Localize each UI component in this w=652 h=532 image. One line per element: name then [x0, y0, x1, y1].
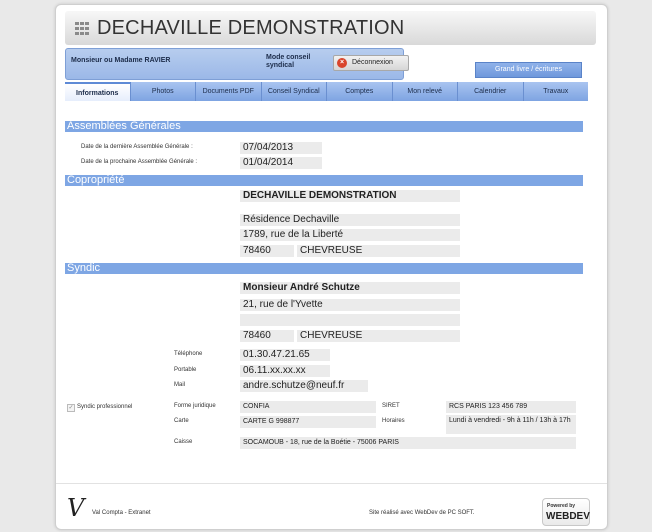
carte-value: CARTE G 998877: [240, 416, 376, 428]
forme-value: CONFIA: [240, 401, 376, 413]
caisse-label: Caisse: [174, 439, 193, 445]
copro-postal: 78460: [240, 245, 294, 257]
syndic-pro-label: Syndic professionnel: [77, 404, 133, 410]
logout-button[interactable]: × Déconnexion: [333, 55, 409, 71]
tab-bar: Informations Photos Documents PDF Consei…: [65, 82, 588, 101]
copro-address-line2: 1789, rue de la Liberté: [240, 229, 460, 241]
syndic-name: Monsieur André Schutze: [240, 282, 460, 294]
footer-credit[interactable]: Site réalisé avec WebDev de PC SOFT.: [369, 510, 475, 516]
logout-label: Déconnexion: [352, 59, 393, 66]
syndic-city: CHEVREUSE: [297, 330, 460, 342]
tab-travaux[interactable]: Travaux: [524, 82, 589, 101]
section-assemblees: Assemblées Générales: [65, 121, 583, 132]
next-ag-label: Date de la prochaine Assemblée Générale …: [81, 159, 198, 165]
caisse-value: SOCAMOUB - 18, rue de la Boétie - 75006 …: [240, 437, 576, 449]
syndic-postal: 78460: [240, 330, 294, 342]
last-ag-value: 07/04/2013: [240, 142, 322, 154]
mail-label: Mail: [174, 382, 186, 388]
tab-mon-releve[interactable]: Mon relevé: [393, 82, 458, 101]
footer-app-name: Val Compta - Extranet: [92, 510, 151, 516]
copro-city: CHEVREUSE: [297, 245, 460, 257]
val-compta-logo: V: [67, 494, 85, 522]
mobile-value: 06.11.xx.xx.xx: [240, 365, 330, 377]
siret-label: SIRET: [382, 403, 400, 409]
forme-label: Forme juridique: [174, 403, 216, 409]
page-title: DECHAVILLE DEMONSTRATION: [97, 17, 405, 39]
copro-name: DECHAVILLE DEMONSTRATION: [240, 190, 460, 202]
mail-value[interactable]: andre.schutze@neuf.fr: [240, 380, 368, 392]
horaires-value: Lundi à vendredi - 9h à 11h / 13h à 17h: [446, 415, 576, 434]
copro-address-line1: Résidence Dechaville: [240, 214, 460, 226]
user-name: Monsieur ou Madame RAVIER: [71, 57, 171, 64]
user-bar: Monsieur ou Madame RAVIER Mode conseil s…: [65, 48, 409, 80]
syndic-pro-checkbox[interactable]: ✓: [67, 404, 75, 412]
webdev-badge[interactable]: Powered by WEBDEV: [542, 498, 590, 526]
siret-value: RCS PARIS 123 456 789: [446, 401, 576, 413]
syndic-address-line1: 21, rue de l'Yvette: [240, 299, 460, 311]
tab-photos[interactable]: Photos: [131, 82, 196, 101]
tab-informations[interactable]: Informations: [65, 82, 131, 101]
horaires-label: Horaires: [382, 418, 405, 424]
tab-comptes[interactable]: Comptes: [327, 82, 393, 101]
webdev-badge-main: WEBDEV: [546, 511, 590, 522]
footer-divider: [56, 483, 607, 484]
webdev-badge-top: Powered by: [547, 503, 576, 509]
mode-label: Mode conseil syndical: [266, 54, 311, 69]
section-syndic: Syndic: [65, 263, 583, 274]
syndic-address-line2: [240, 314, 460, 326]
carte-label: Carte: [174, 418, 189, 424]
phone-value: 01.30.47.21.65: [240, 349, 330, 361]
ledger-button[interactable]: Grand livre / écritures: [475, 62, 582, 78]
grid-icon: [75, 22, 89, 35]
section-copropriete: Copropriété: [65, 175, 583, 186]
next-ag-value: 01/04/2014: [240, 157, 322, 169]
phone-label: Téléphone: [174, 351, 203, 357]
mobile-label: Portable: [174, 367, 197, 373]
title-bar: DECHAVILLE DEMONSTRATION: [65, 11, 596, 45]
close-icon: ×: [337, 58, 347, 68]
last-ag-label: Date de la dernière Assemblée Générale :: [81, 144, 193, 150]
tab-documents-pdf[interactable]: Documents PDF: [196, 82, 262, 101]
tab-conseil-syndical[interactable]: Conseil Syndical: [262, 82, 327, 101]
main-panel: DECHAVILLE DEMONSTRATION Monsieur ou Mad…: [55, 4, 608, 530]
tab-calendrier[interactable]: Calendrier: [458, 82, 524, 101]
